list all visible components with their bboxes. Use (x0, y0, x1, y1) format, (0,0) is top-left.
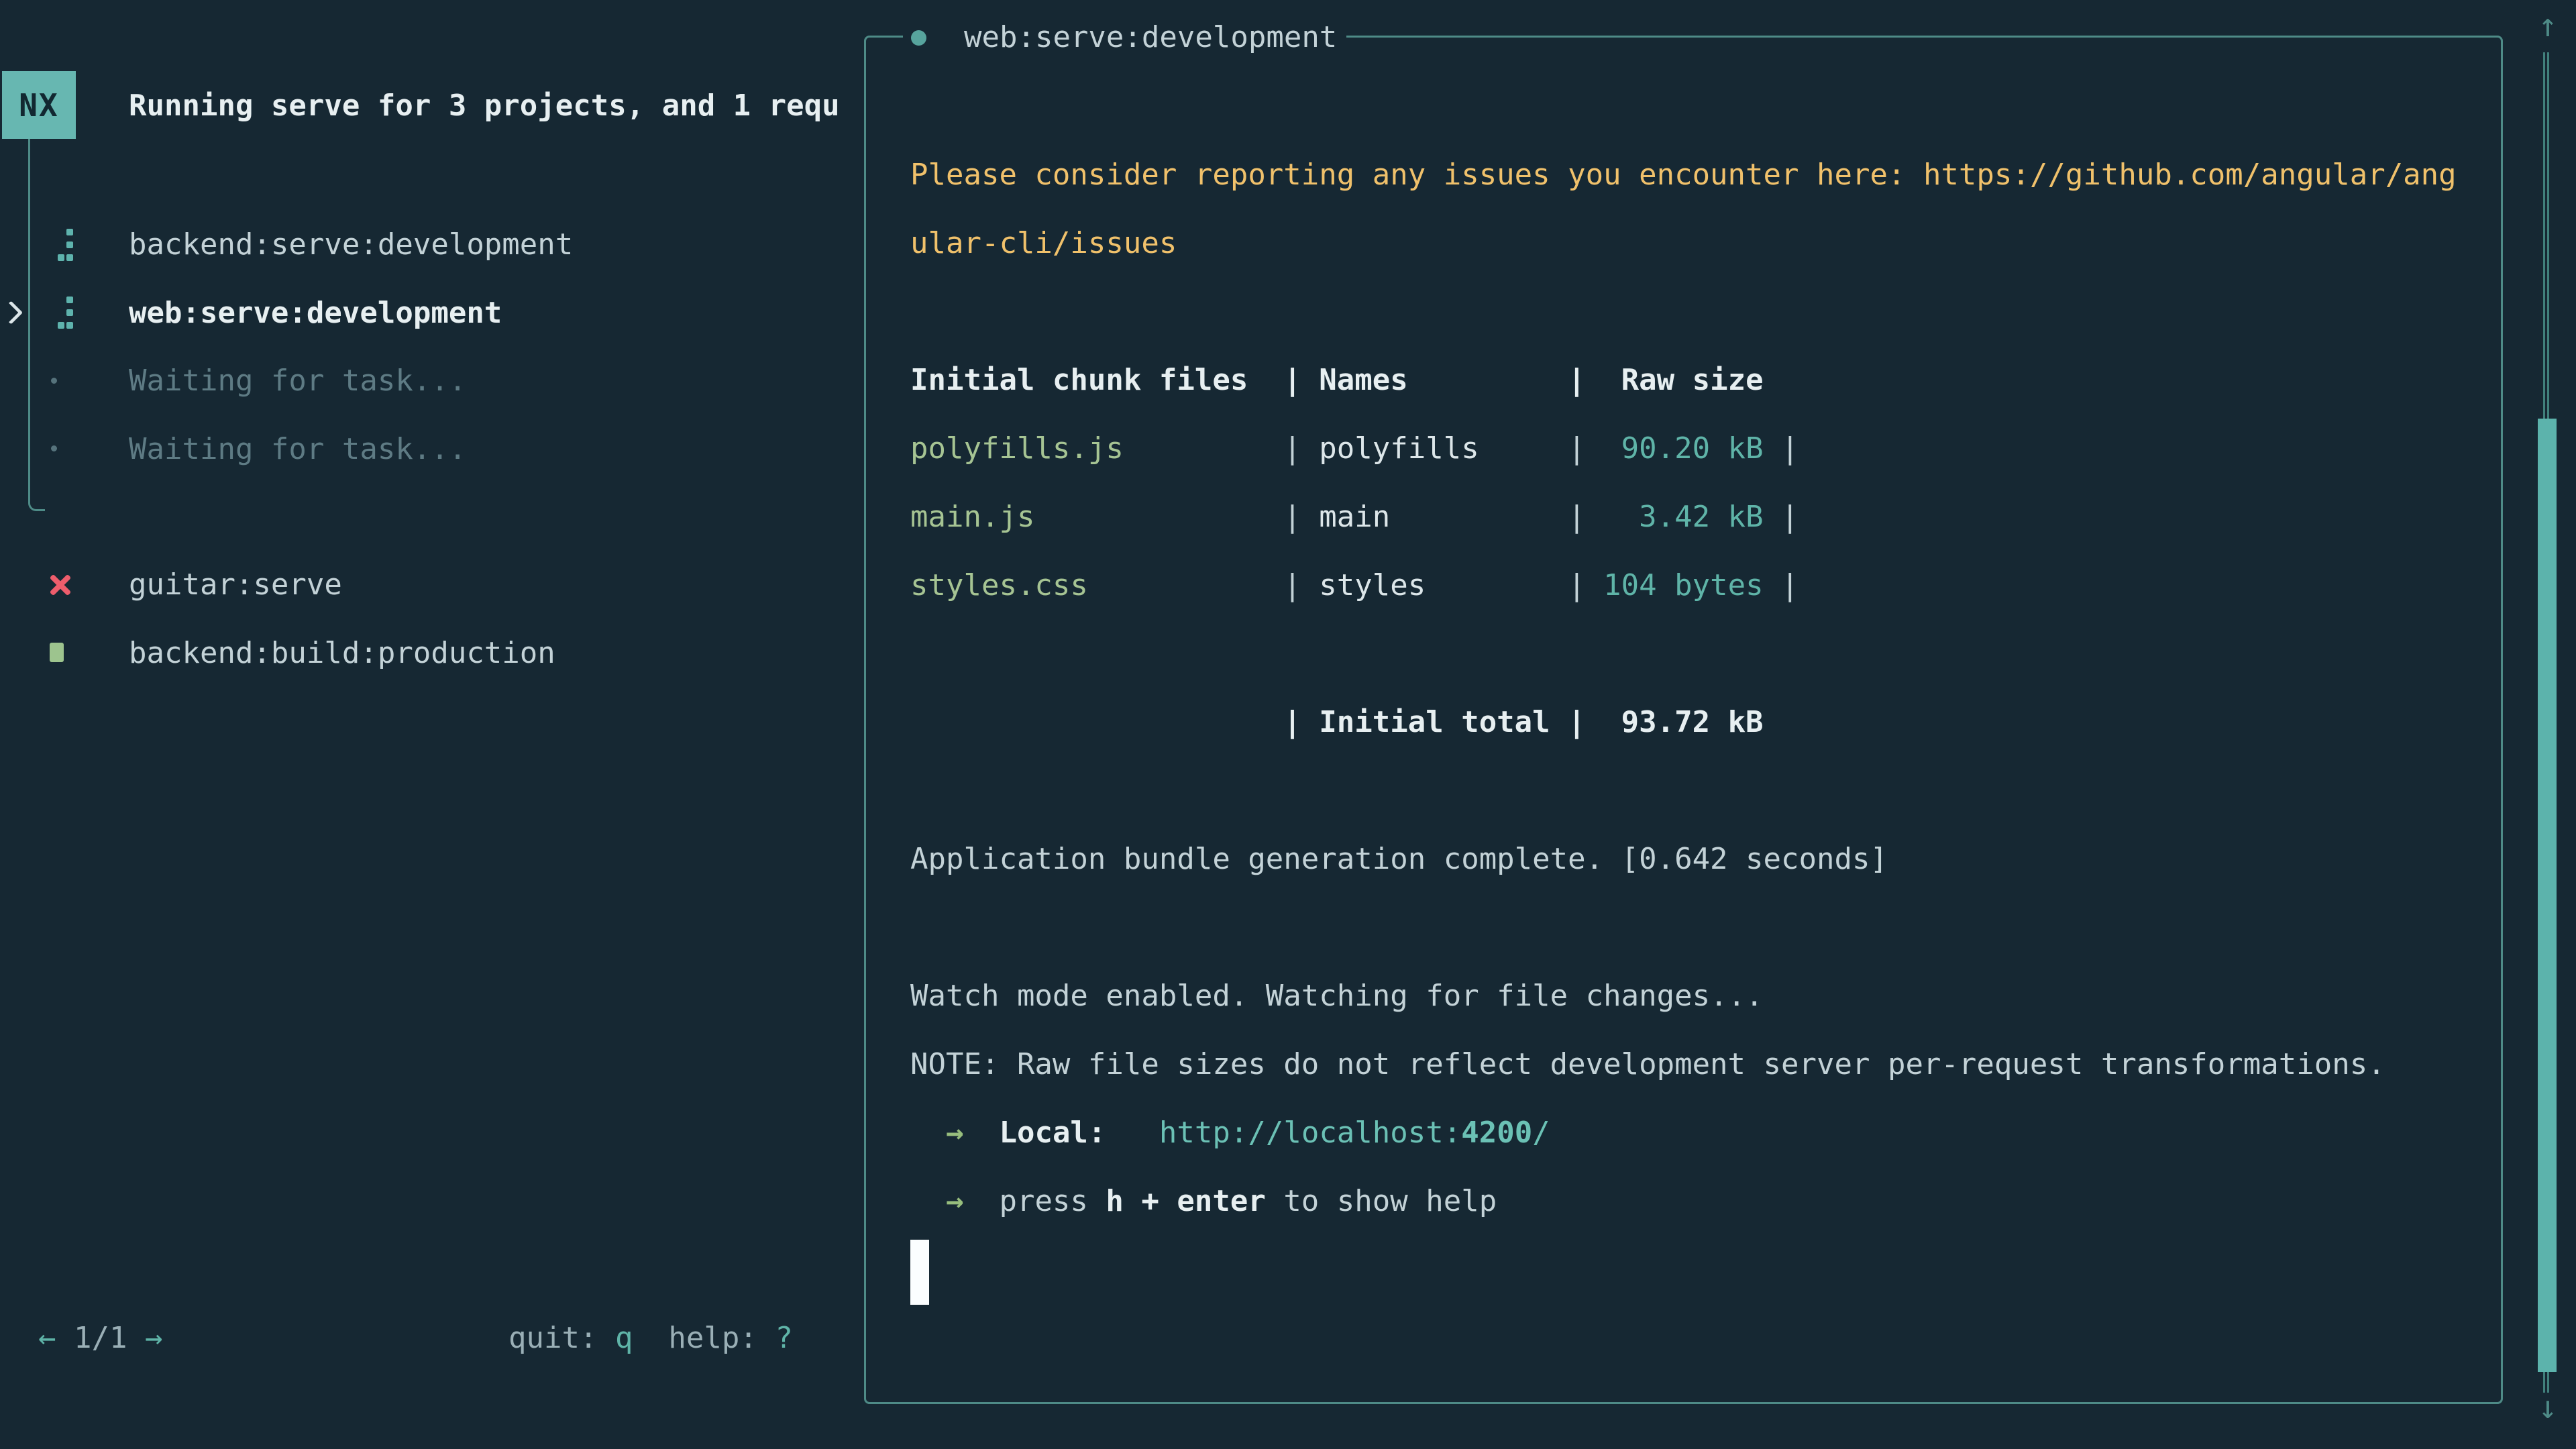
text-run (1408, 363, 1568, 397)
text-run: to show help (1266, 1184, 1497, 1218)
task-output-panel: web:serve:development Please consider re… (864, 36, 2503, 1404)
nx-terminal-ui: NX Running serve for 3 projects, and 1 r… (0, 0, 2576, 1449)
text-run: Names (1319, 363, 1407, 397)
panel-title-label: web:serve:development (964, 3, 1337, 72)
text-run: 93.72 kB (1586, 705, 1764, 739)
text-run: | (1034, 500, 1319, 534)
local-url-port[interactable]: 4200 (1461, 1116, 1532, 1150)
text-run: polyfills (1319, 431, 1479, 466)
terminal-line: styles.css | styles | 104 bytes | (910, 551, 2480, 620)
text-run: → (127, 1321, 162, 1355)
terminal-line: Watch mode enabled. Watching for file ch… (910, 962, 2480, 1030)
text-run (910, 705, 1283, 739)
text-run: main (1319, 500, 1390, 534)
text-run: | (1124, 431, 1319, 466)
text-run: | (1390, 500, 1585, 534)
text-run: press (963, 1184, 1106, 1218)
terminal-line: NOTE: Raw file sizes do not reflect deve… (910, 1030, 2480, 1099)
terminal-line: | Initial total | 93.72 kB (910, 688, 2480, 757)
text-run: | (1764, 431, 1799, 466)
text-run: 1/1 (74, 1321, 127, 1355)
text-run: | (1568, 363, 1586, 397)
text-run: Local: (999, 1116, 1106, 1150)
text-run: | (1764, 568, 1799, 602)
task-label: Waiting for task... (129, 415, 466, 484)
text-run: styles (1319, 568, 1426, 602)
text-run: Watch mode enabled. Watching for file ch… (910, 979, 1764, 1013)
text-run (1248, 363, 1283, 397)
text-run: | (1283, 363, 1319, 397)
text-run (910, 1116, 946, 1150)
text-run: → (946, 1116, 964, 1150)
terminal-output: Please consider reporting any issues you… (910, 141, 2480, 1236)
task-label: backend:build:production (129, 619, 555, 688)
text-run: 3.42 kB (1586, 500, 1764, 534)
terminal-line: polyfills.js | polyfills | 90.20 kB | (910, 415, 2480, 483)
scroll-down-icon[interactable]: ↓ (2526, 1387, 2569, 1428)
text-run (963, 1116, 999, 1150)
task-row[interactable]: guitar:serve (0, 551, 859, 619)
task-label: web:serve:development (129, 279, 502, 347)
terminal-line: main.js | main | 3.42 kB | (910, 483, 2480, 551)
text-run: 90.20 kB (1586, 431, 1764, 466)
text-run: styles.css (910, 568, 1088, 602)
text-run: ular-cli/issues (910, 226, 1177, 260)
task-label: backend:serve:development (129, 211, 573, 279)
terminal-line (910, 278, 2480, 346)
text-run: Raw size (1586, 363, 1764, 397)
finished-task-list: guitar:servebackend:build:production (0, 551, 859, 687)
terminal-line: ular-cli/issues (910, 209, 2480, 278)
terminal-cursor (910, 1240, 929, 1305)
text-run: | (1764, 500, 1799, 534)
terminal-line: Please consider reporting any issues you… (910, 141, 2480, 209)
task-row[interactable]: backend:build:production (0, 619, 859, 688)
text-run: Initial chunk files (910, 363, 1248, 397)
scrollbar-thumb[interactable] (2538, 419, 2557, 1372)
shortcut-hints: quit: q help: ? (508, 1304, 793, 1373)
nx-logo: NX (2, 71, 76, 139)
text-run: help: (633, 1321, 775, 1355)
text-run: h + enter (1106, 1184, 1265, 1218)
text-run: ? (775, 1321, 793, 1355)
text-run: | (1088, 568, 1319, 602)
scroll-up-icon[interactable]: ↑ (2526, 5, 2569, 46)
task-row[interactable]: web:serve:development (0, 279, 859, 347)
text-run: Application bundle generation complete. … (910, 842, 1888, 876)
task-row[interactable]: Waiting for task... (0, 415, 859, 484)
text-run: / (1532, 1116, 1550, 1150)
task-label: guitar:serve (129, 551, 342, 619)
text-run: quit: (508, 1321, 615, 1355)
text-run: main.js (910, 500, 1034, 534)
terminal-line (910, 894, 2480, 962)
running-task-list: backend:serve:developmentweb:serve:devel… (0, 211, 859, 483)
text-run: q (615, 1321, 633, 1355)
text-run: → (946, 1184, 964, 1218)
text-run: 104 bytes (1586, 568, 1764, 602)
task-list-pager[interactable]: ← 1/1 → (38, 1304, 162, 1373)
terminal-line: → press h + enter to show help (910, 1167, 2480, 1236)
text-run: | (1479, 431, 1586, 466)
text-run: NOTE: Raw file sizes do not reflect deve… (910, 1047, 2385, 1081)
text-run: ← (38, 1321, 74, 1355)
text-run (910, 1184, 946, 1218)
task-row[interactable]: Waiting for task... (0, 347, 859, 415)
text-run: Please consider reporting any issues you… (910, 158, 2457, 192)
text-run: polyfills.js (910, 431, 1124, 466)
terminal-line: → Local: http://localhost:4200/ (910, 1099, 2480, 1167)
terminal-line: Initial chunk files | Names | Raw size (910, 346, 2480, 415)
task-row[interactable]: backend:serve:development (0, 211, 859, 279)
panel-title: web:serve:development (903, 3, 1346, 72)
text-run: | Initial total | (1283, 705, 1585, 739)
text-run (1106, 1116, 1159, 1150)
running-status-dot-icon (911, 30, 926, 46)
local-url[interactable]: http://localhost: (1159, 1116, 1461, 1150)
terminal-line (910, 757, 2480, 825)
terminal-line (910, 620, 2480, 688)
terminal-line: Application bundle generation complete. … (910, 825, 2480, 894)
text-run: | (1426, 568, 1585, 602)
sidebar-title: Running serve for 3 projects, and 1 requ (129, 72, 860, 140)
task-label: Waiting for task... (129, 347, 466, 415)
